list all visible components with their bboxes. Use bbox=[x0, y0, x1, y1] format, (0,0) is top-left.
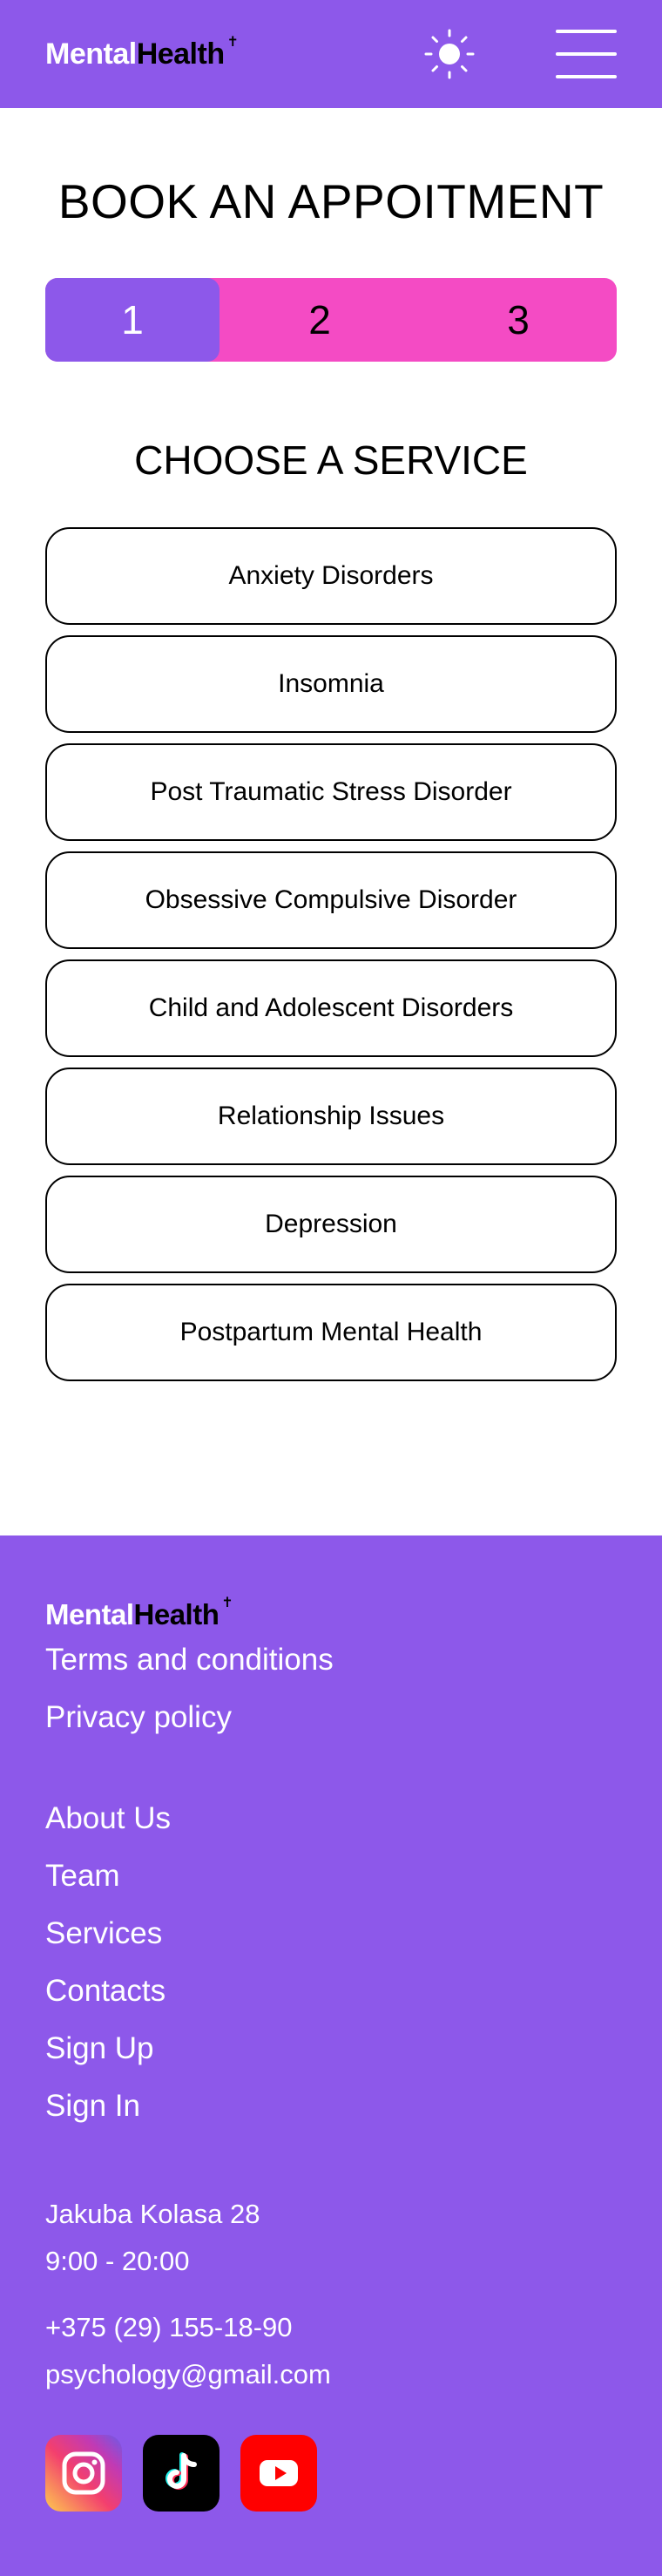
page-title: BOOK AN APPOITMENT bbox=[57, 174, 605, 228]
brand-mark: ✝ bbox=[226, 34, 239, 50]
footer-nav-about[interactable]: About Us bbox=[45, 1790, 617, 1847]
site-footer: Mental Health ✝ Terms and conditions Priva… bbox=[0, 1535, 662, 2576]
brand-part2: Health bbox=[133, 1598, 220, 1630]
menu-bar bbox=[556, 75, 617, 78]
service-ptsd-button[interactable]: Post Traumatic Stress Disorder bbox=[45, 743, 617, 841]
booking-main: BOOK AN APPOITMENT 1 2 3 CHOOSE A SERVIC… bbox=[0, 178, 662, 1535]
site-header: Mental Health ✝ bbox=[0, 0, 662, 108]
youtube-icon bbox=[260, 2460, 298, 2486]
service-ocd-button[interactable]: Obsessive Compulsive Disorder bbox=[45, 851, 617, 949]
step-3[interactable]: 3 bbox=[420, 278, 617, 362]
terms-link[interactable]: Terms and conditions bbox=[45, 1631, 617, 1689]
footer-nav-contacts[interactable]: Contacts bbox=[45, 1963, 617, 2020]
youtube-link[interactable] bbox=[240, 2435, 317, 2512]
tiktok-icon bbox=[166, 2452, 197, 2490]
sun-icon bbox=[424, 29, 475, 79]
service-anxiety-button[interactable]: Anxiety Disorders bbox=[45, 527, 617, 625]
instagram-link[interactable] bbox=[45, 2435, 122, 2512]
booking-stepper: 1 2 3 bbox=[45, 278, 617, 362]
footer-legal-links: Terms and conditions Privacy policy bbox=[45, 1631, 617, 1746]
social-links bbox=[45, 2435, 617, 2512]
step-1[interactable]: 1 bbox=[45, 278, 220, 362]
privacy-link[interactable]: Privacy policy bbox=[45, 1689, 617, 1746]
header-actions bbox=[422, 26, 617, 82]
footer-nav-signin[interactable]: Sign In bbox=[45, 2078, 617, 2135]
hamburger-menu-icon[interactable] bbox=[556, 30, 617, 78]
menu-bar bbox=[556, 30, 617, 33]
tiktok-link[interactable] bbox=[143, 2435, 220, 2512]
hours-text: 9:00 - 20:00 bbox=[45, 2246, 190, 2276]
service-list: Anxiety Disorders Insomnia Post Traumati… bbox=[45, 527, 617, 1381]
footer-nav: About Us Team Services Contacts Sign Up … bbox=[45, 1790, 617, 2135]
instagram-icon bbox=[62, 2451, 105, 2495]
brand-mark: ✝ bbox=[221, 1596, 233, 1610]
address-text: Jakuba Kolasa 28 bbox=[45, 2199, 260, 2229]
service-child-adolescent-button[interactable]: Child and Adolescent Disorders bbox=[45, 959, 617, 1057]
brand-part1: Mental bbox=[45, 1598, 134, 1630]
email-text[interactable]: psychology@gmail.com bbox=[45, 2351, 617, 2398]
brand-logo[interactable]: Mental Health ✝ bbox=[45, 34, 239, 71]
footer-address-block: Jakuba Kolasa 28 9:00 - 20:00 bbox=[45, 2191, 617, 2285]
footer-nav-signup[interactable]: Sign Up bbox=[45, 2020, 617, 2078]
footer-contact-block: +375 (29) 155-18-90 psychology@gmail.com bbox=[45, 2304, 617, 2398]
step-2[interactable]: 2 bbox=[220, 278, 420, 362]
phone-text[interactable]: +375 (29) 155-18-90 bbox=[45, 2304, 617, 2351]
footer-nav-services[interactable]: Services bbox=[45, 1905, 617, 1963]
service-insomnia-button[interactable]: Insomnia bbox=[45, 635, 617, 733]
choose-service-title: CHOOSE A SERVICE bbox=[134, 437, 528, 483]
brand-part1: Mental bbox=[45, 37, 137, 71]
footer-nav-team[interactable]: Team bbox=[45, 1847, 617, 1905]
service-relationship-button[interactable]: Relationship Issues bbox=[45, 1068, 617, 1165]
footer-brand-logo[interactable]: Mental Health ✝ bbox=[45, 1596, 617, 1631]
brand-part2: Health bbox=[136, 37, 225, 71]
theme-toggle-button[interactable] bbox=[422, 26, 477, 82]
service-postpartum-button[interactable]: Postpartum Mental Health bbox=[45, 1284, 617, 1381]
service-depression-button[interactable]: Depression bbox=[45, 1176, 617, 1273]
menu-bar bbox=[556, 52, 617, 56]
